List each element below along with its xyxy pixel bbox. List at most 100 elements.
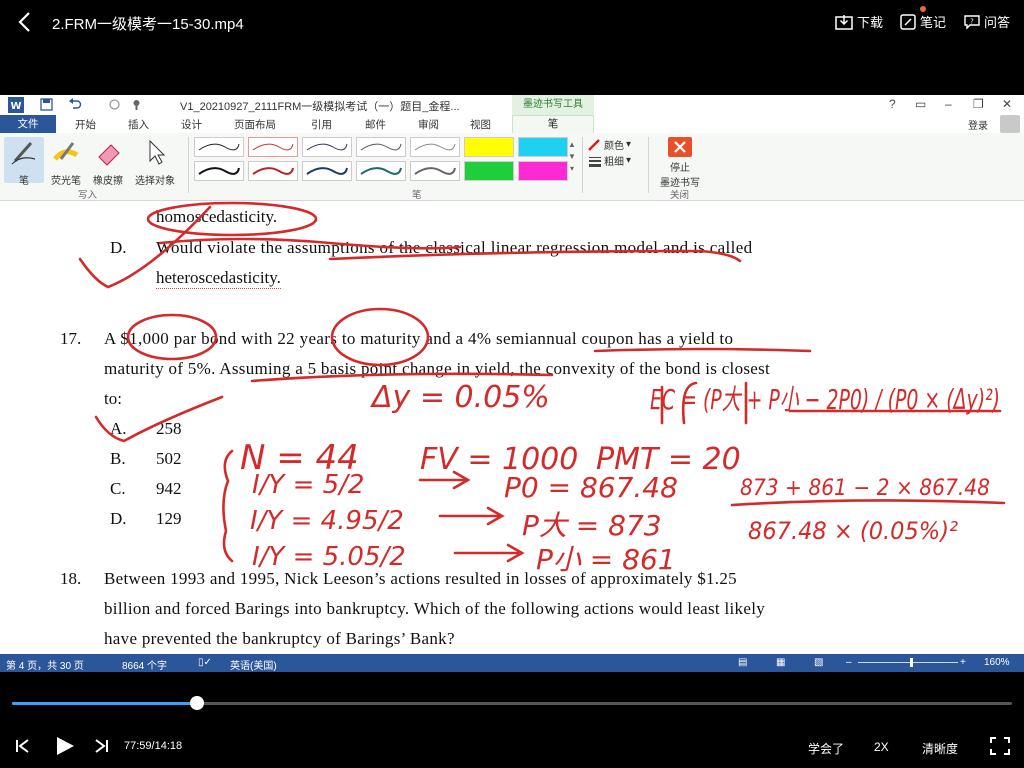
ink-text: N = 44	[240, 438, 359, 478]
undo-icon[interactable]	[68, 98, 82, 111]
option-value: 502	[156, 449, 182, 468]
chat-question-icon: ?	[964, 14, 980, 30]
ink-text: 873 + 861 − 2 × 867.48	[740, 476, 990, 501]
notes-button[interactable]: 笔记	[900, 12, 946, 31]
ink-arrow	[453, 543, 525, 563]
tab-view[interactable]: 视图	[470, 117, 491, 132]
touch-mode-icon[interactable]	[130, 98, 143, 111]
download-button[interactable]: 下载	[835, 12, 883, 31]
progress-knob[interactable]	[190, 696, 204, 710]
tab-mailings[interactable]: 邮件	[365, 117, 386, 132]
pen-style-blue[interactable]	[302, 137, 352, 157]
stop-inking-button[interactable]: 停止 墨迹书写	[654, 137, 706, 189]
next-icon[interactable]	[92, 738, 110, 754]
fullscreen-icon[interactable]	[990, 737, 1010, 755]
cursor-arrow-icon	[149, 139, 166, 165]
question-number: 17.	[60, 329, 82, 348]
zoom-slider-handle[interactable]	[910, 658, 913, 667]
pen-tool-button[interactable]: 笔	[4, 137, 44, 187]
player-controls	[0, 672, 1024, 768]
qa-button[interactable]: ? 问答	[964, 12, 1010, 31]
pen-style-black-thick[interactable]	[194, 161, 244, 181]
highlighter-icon	[53, 142, 79, 161]
highlight-cyan[interactable]	[518, 137, 568, 157]
highlight-yellow[interactable]	[464, 137, 514, 157]
ribbon-options-icon[interactable]: ▭	[915, 97, 926, 111]
pen-style-light[interactable]	[410, 137, 460, 157]
tab-insert[interactable]: 插入	[128, 117, 149, 132]
web-layout-icon[interactable]: ▧	[814, 657, 823, 668]
ink-text: P0 = 867.48	[504, 471, 678, 504]
quick-access-toolbar: W V1_20210927_2111FRM一级模拟考试（一）题目_金程... 墨…	[0, 95, 1024, 115]
zoom-in-icon[interactable]: +	[960, 657, 966, 668]
eraser-icon	[98, 144, 120, 166]
speed-button[interactable]: 2X	[874, 740, 889, 754]
question-text: maturity of 5%. Assuming a 5 basis point…	[104, 359, 771, 378]
video-title: 2.FRM一级模考一15-30.mp4	[52, 16, 244, 33]
pen-style-gray[interactable]	[356, 137, 406, 157]
time-display: 77:59/14:18	[124, 740, 183, 752]
zoom-level[interactable]: 160%	[984, 657, 1010, 668]
ink-arrow	[438, 506, 505, 526]
color-dropdown[interactable]: 颜色 ▾	[588, 137, 631, 152]
read-mode-icon[interactable]: ▤	[738, 657, 747, 668]
tab-review[interactable]: 审阅	[418, 117, 439, 132]
pen-style-navy-thick[interactable]	[302, 161, 352, 181]
tab-layout[interactable]: 页面布局	[234, 117, 276, 132]
zoom-slider[interactable]	[858, 662, 958, 663]
tab-pen[interactable]: 笔	[512, 115, 594, 133]
thickness-dropdown[interactable]: 粗细 ▾	[588, 153, 631, 168]
avatar[interactable]	[1000, 115, 1020, 133]
restore-icon[interactable]: ❐	[973, 97, 984, 111]
option-value: 942	[156, 479, 182, 498]
pen-style-red[interactable]	[248, 137, 298, 157]
tab-references[interactable]: 引用	[311, 117, 332, 132]
option-letter: C.	[110, 479, 126, 498]
svg-text:W: W	[10, 101, 21, 112]
ribbon: 笔 荧光笔 橡皮擦 选择对象 写入 ▲ ▼ ▾ 笔 颜色 ▾ 粗细 ▾ 停止 墨…	[0, 133, 1024, 201]
word-count[interactable]: 8664 个字	[122, 657, 167, 672]
help-button[interactable]: ?	[889, 97, 896, 111]
pen-style-black[interactable]	[194, 137, 244, 157]
quality-button[interactable]: 清晰度	[922, 740, 958, 757]
page-count[interactable]: 第 4 页，共 30 页	[6, 657, 84, 672]
pen-style-teal-thick[interactable]	[356, 161, 406, 181]
word-window: W V1_20210927_2111FRM一级模拟考试（一）题目_金程... 墨…	[0, 95, 1024, 672]
zoom-out-icon[interactable]: –	[846, 657, 852, 668]
option-d-text: Would violate the assumptions of the cla…	[156, 238, 753, 257]
option-letter: A.	[110, 419, 127, 438]
highlight-green[interactable]	[464, 161, 514, 181]
highlighter-button[interactable]: 荧光笔	[46, 137, 86, 187]
highlight-magenta[interactable]	[518, 161, 568, 181]
ink-underline	[593, 347, 812, 353]
language-status[interactable]: 英语(美国)	[230, 657, 277, 672]
redo-icon[interactable]	[108, 98, 121, 111]
document-title: V1_20210927_2111FRM一级模拟考试（一）题目_金程...	[180, 101, 460, 113]
context-tab-label: 墨迹书写工具	[512, 95, 594, 115]
gallery-scroll[interactable]: ▲ ▼ ▾	[566, 139, 578, 175]
eraser-button[interactable]: 橡皮擦	[88, 137, 128, 187]
back-arrow-icon[interactable]	[14, 10, 36, 34]
pen-style-gray-thick[interactable]	[410, 161, 460, 181]
proofing-icon[interactable]: ▯✓	[198, 657, 212, 668]
learned-button[interactable]: 学会了	[808, 740, 844, 757]
pen-style-red-thick[interactable]	[248, 161, 298, 181]
tab-home[interactable]: 开始	[75, 117, 96, 132]
note-edit-icon	[900, 13, 916, 30]
select-objects-button[interactable]: 选择对象	[130, 137, 180, 187]
login-link[interactable]: 登录	[968, 117, 988, 132]
ink-arrow	[418, 470, 471, 490]
play-icon[interactable]	[54, 736, 76, 756]
tab-design[interactable]: 设计	[181, 117, 202, 132]
previous-icon[interactable]	[14, 738, 32, 754]
print-layout-icon[interactable]: ▦	[776, 657, 785, 668]
option-value: 258	[156, 419, 182, 438]
minimize-icon[interactable]: –	[945, 97, 952, 111]
close-icon[interactable]: ✕	[1002, 97, 1012, 111]
ink-text: I/Y = 5/2	[252, 470, 364, 500]
save-icon[interactable]	[40, 98, 53, 111]
tab-file[interactable]: 文件	[0, 115, 56, 133]
question-text: have prevented the bankruptcy of Barings…	[104, 629, 455, 648]
pen-gallery	[194, 137, 568, 183]
pen-icon	[11, 142, 36, 165]
